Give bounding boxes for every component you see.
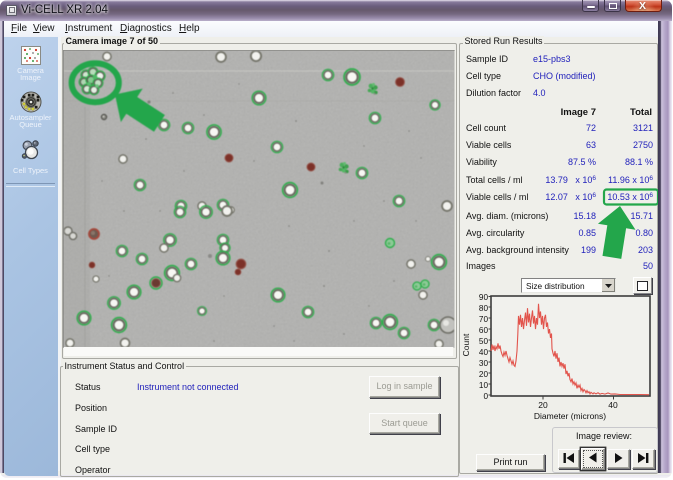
svg-text:80: 80: [479, 304, 489, 313]
svg-text:0: 0: [483, 392, 488, 401]
svg-text:30: 30: [479, 359, 489, 368]
svg-text:Count: Count: [461, 333, 471, 356]
svg-text:90: 90: [479, 293, 489, 302]
svg-text:40: 40: [479, 348, 489, 357]
svg-text:20: 20: [479, 370, 489, 379]
svg-text:10: 10: [479, 381, 489, 390]
svg-text:70: 70: [479, 315, 489, 324]
svg-text:50: 50: [479, 337, 489, 346]
svg-text:Diameter (microns): Diameter (microns): [534, 411, 606, 421]
svg-text:40: 40: [608, 400, 618, 410]
svg-text:60: 60: [479, 326, 489, 335]
svg-text:20: 20: [538, 400, 548, 410]
